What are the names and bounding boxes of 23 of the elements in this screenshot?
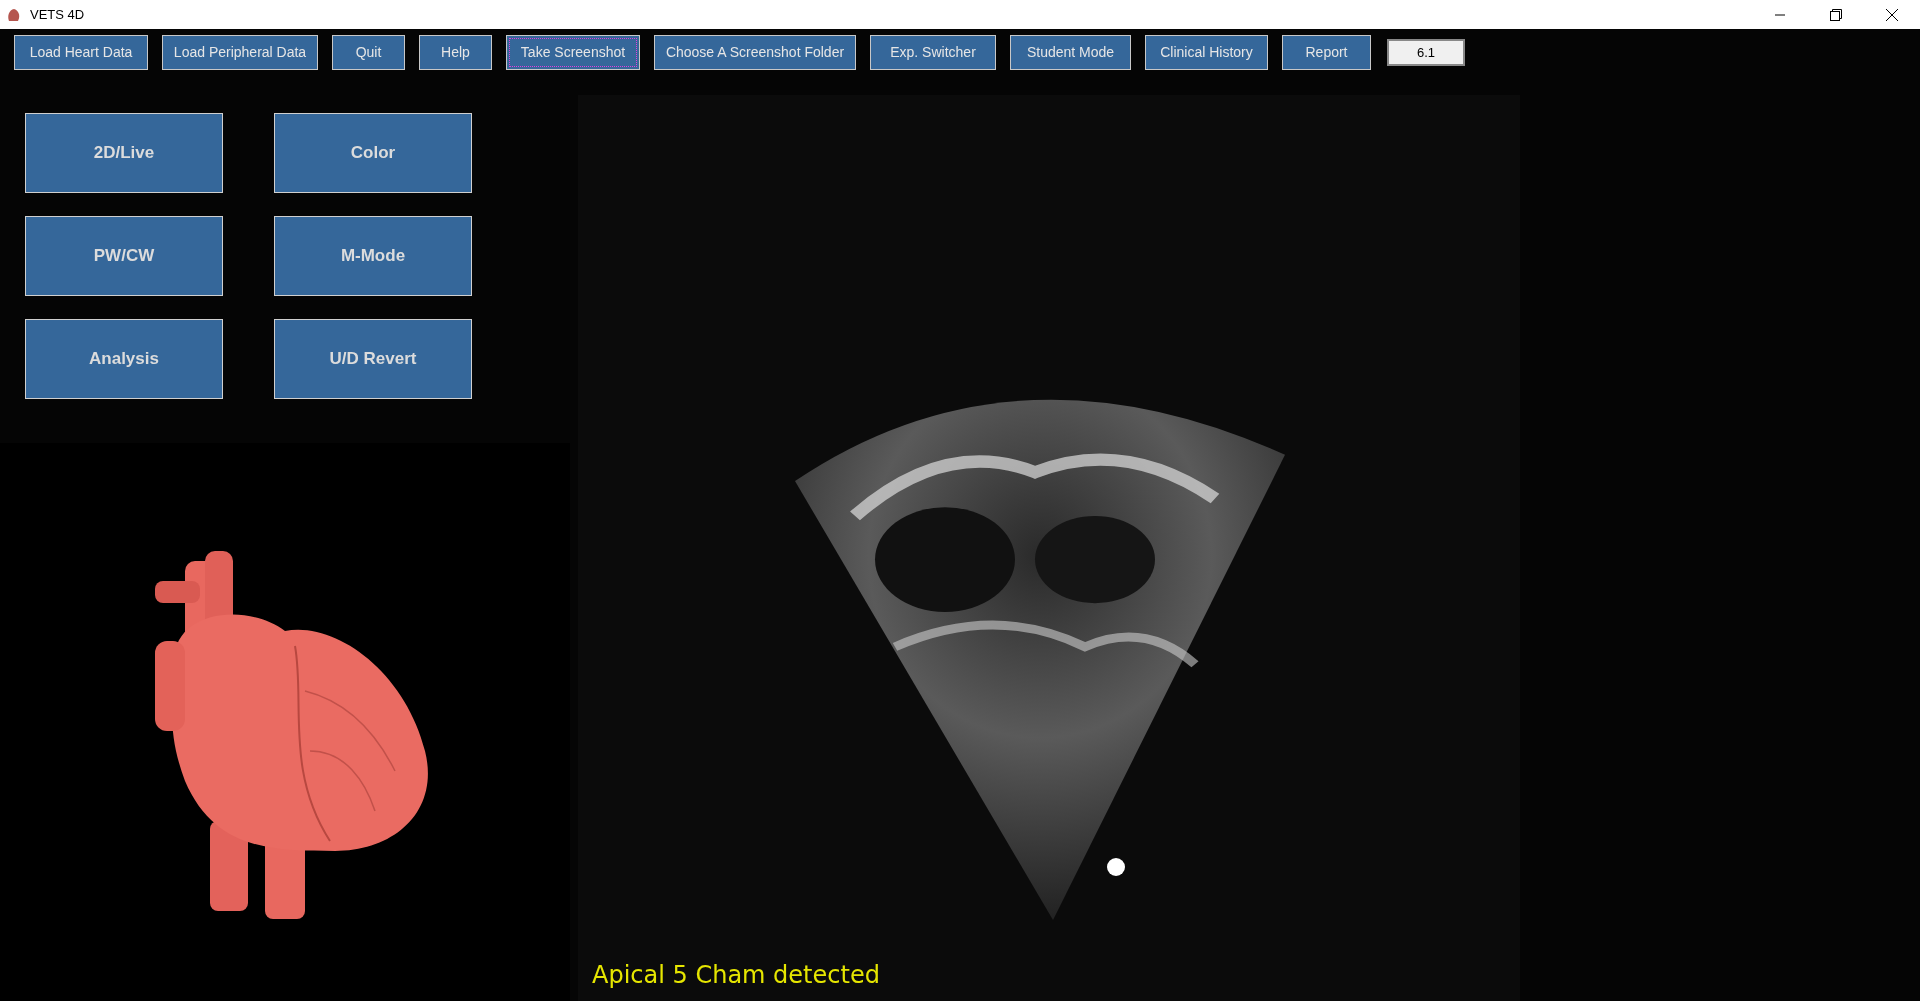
restore-icon[interactable]: [1830, 8, 1842, 21]
close-icon[interactable]: [1886, 8, 1898, 21]
mode-button[interactable]: Analysis: [25, 319, 223, 399]
mode-button[interactable]: 2D/Live: [25, 113, 223, 193]
mode-button[interactable]: PW/CW: [25, 216, 223, 296]
toolbar-button[interactable]: Load Peripheral Data: [162, 34, 318, 70]
toolbar-button[interactable]: Take Screenshot: [506, 34, 640, 70]
toolbar-button[interactable]: Quit: [332, 34, 405, 70]
marker-dot-icon: [1107, 858, 1125, 876]
app-logo-icon: [6, 6, 22, 23]
toolbar-button[interactable]: Help: [419, 34, 492, 70]
mode-button[interactable]: U/D Revert: [274, 319, 472, 399]
view-detection-label: Apical 5 Cham detected: [592, 960, 880, 991]
toolbar-button[interactable]: Report: [1282, 34, 1371, 70]
window-title: VETS 4D: [30, 5, 85, 24]
toolbar-button[interactable]: Exp. Switcher: [870, 34, 996, 70]
toolbar-button[interactable]: Load Heart Data: [14, 34, 148, 70]
toolbar-button[interactable]: Student Mode: [1010, 34, 1131, 70]
mode-button[interactable]: Color: [274, 113, 472, 193]
mode-button[interactable]: M-Mode: [274, 216, 472, 296]
toolbar-button[interactable]: Choose A Screenshot Folder: [654, 34, 856, 70]
toolbar-button[interactable]: Clinical History: [1145, 34, 1268, 70]
version-field[interactable]: 6.1: [1387, 38, 1465, 66]
